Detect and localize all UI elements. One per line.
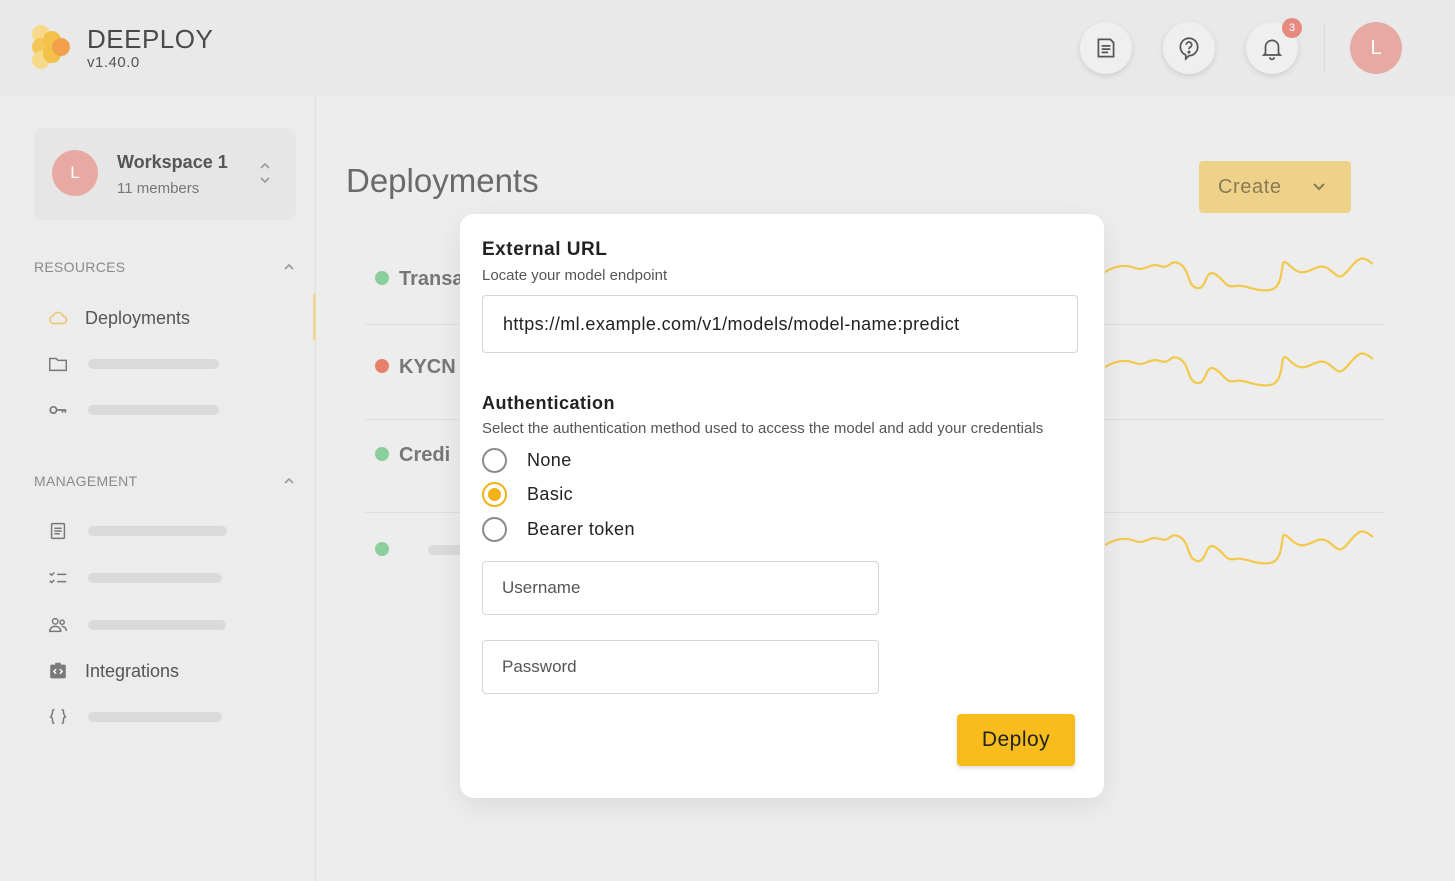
sidebar-item-deployments[interactable]: Deployments <box>46 303 190 333</box>
authentication-subtitle: Select the authentication method used to… <box>482 420 1044 437</box>
folder-icon <box>46 352 70 376</box>
users-icon <box>46 613 70 637</box>
status-dot <box>375 271 389 285</box>
deploy-button[interactable]: Deploy <box>957 714 1075 766</box>
create-button[interactable]: Create <box>1199 161 1351 213</box>
sidebar-item-members[interactable] <box>46 610 226 640</box>
sidebar-item-logs[interactable] <box>46 516 227 546</box>
bell-icon <box>1261 39 1283 61</box>
deployment-name: KYCN <box>399 356 456 378</box>
help-icon <box>1179 37 1199 61</box>
skeleton-label <box>88 526 227 536</box>
user-avatar[interactable]: L <box>1350 22 1402 74</box>
radio-none[interactable] <box>482 447 507 473</box>
sidebar: L Workspace 1 11 members RESOURCES Deplo… <box>0 96 316 881</box>
curly-braces-icon <box>46 705 70 729</box>
chevron-down-icon <box>1313 183 1325 191</box>
skeleton-label <box>88 620 226 630</box>
external-url-input[interactable] <box>482 295 1078 353</box>
deployment-name: Credi <box>399 444 451 466</box>
active-indicator <box>313 294 316 340</box>
sidebar-item-label: Integrations <box>85 660 180 681</box>
notification-count-badge: 3 <box>1282 18 1302 38</box>
app-version: v1.40.0 <box>87 54 140 71</box>
skeleton-label <box>88 712 222 722</box>
help-button[interactable] <box>1163 22 1215 74</box>
deployment-name: Transa <box>399 268 464 290</box>
page-title: Deployments <box>346 162 539 199</box>
top-header: DEEPLOY v1.40.0 3 L <box>0 0 1455 96</box>
create-button-label: Create <box>1218 175 1282 198</box>
list-document-icon <box>46 519 70 543</box>
workspace-name: Workspace 1 <box>117 152 228 172</box>
resources-section-label: RESOURCES <box>34 259 126 275</box>
header-divider <box>1324 24 1325 72</box>
authentication-title: Authentication <box>482 393 615 413</box>
docs-button[interactable] <box>1080 22 1132 74</box>
document-icon <box>1097 38 1115 58</box>
status-dot <box>375 447 389 461</box>
sidebar-item-keys[interactable] <box>46 395 219 425</box>
sidebar-item-api[interactable] <box>46 702 222 732</box>
skeleton-label <box>88 359 219 369</box>
sparkline <box>1105 530 1374 565</box>
radio-label: Bearer token <box>527 518 635 539</box>
notifications-button[interactable]: 3 <box>1246 18 1302 74</box>
password-input[interactable] <box>482 640 879 694</box>
radio-label: None <box>527 449 572 470</box>
radio-basic[interactable] <box>482 481 507 507</box>
auth-option-basic[interactable]: Basic <box>482 481 573 507</box>
sparkline <box>1105 352 1374 387</box>
sidebar-item-integrations[interactable]: Integrations <box>46 656 179 686</box>
external-url-subtitle: Locate your model endpoint <box>482 267 668 284</box>
cloud-icon <box>46 306 70 330</box>
workspace-switcher[interactable]: L Workspace 1 11 members <box>34 128 296 220</box>
chevron-up-icon[interactable] <box>282 260 296 274</box>
radio-label: Basic <box>527 483 574 504</box>
skeleton-label <box>88 405 219 415</box>
skeleton-label <box>88 573 222 583</box>
status-dot <box>375 542 389 556</box>
integrations-icon <box>46 659 70 683</box>
management-section-label: MANAGEMENT <box>34 473 138 489</box>
sparkline <box>1105 257 1374 292</box>
username-input[interactable] <box>482 561 879 615</box>
auth-option-bearer-token[interactable]: Bearer token <box>482 516 635 542</box>
app-brand: DEEPLOY <box>87 24 214 54</box>
auth-option-none[interactable]: None <box>482 447 572 473</box>
workspace-members: 11 members <box>117 180 200 197</box>
chevron-up-icon[interactable] <box>282 474 296 488</box>
sidebar-item-tasks[interactable] <box>46 563 222 593</box>
chevron-up-down-icon <box>260 162 270 184</box>
key-icon <box>46 398 70 422</box>
deploy-modal: External URL Locate your model endpoint … <box>460 214 1104 798</box>
radio-bearer-token[interactable] <box>482 516 507 542</box>
status-dot <box>375 359 389 373</box>
sidebar-item-label: Deployments <box>85 307 191 328</box>
external-url-title: External URL <box>482 239 608 260</box>
workspace-avatar: L <box>52 150 98 196</box>
deeploy-logo-icon <box>32 25 70 69</box>
checklist-icon <box>46 566 70 590</box>
sidebar-item-repositories[interactable] <box>46 349 219 379</box>
